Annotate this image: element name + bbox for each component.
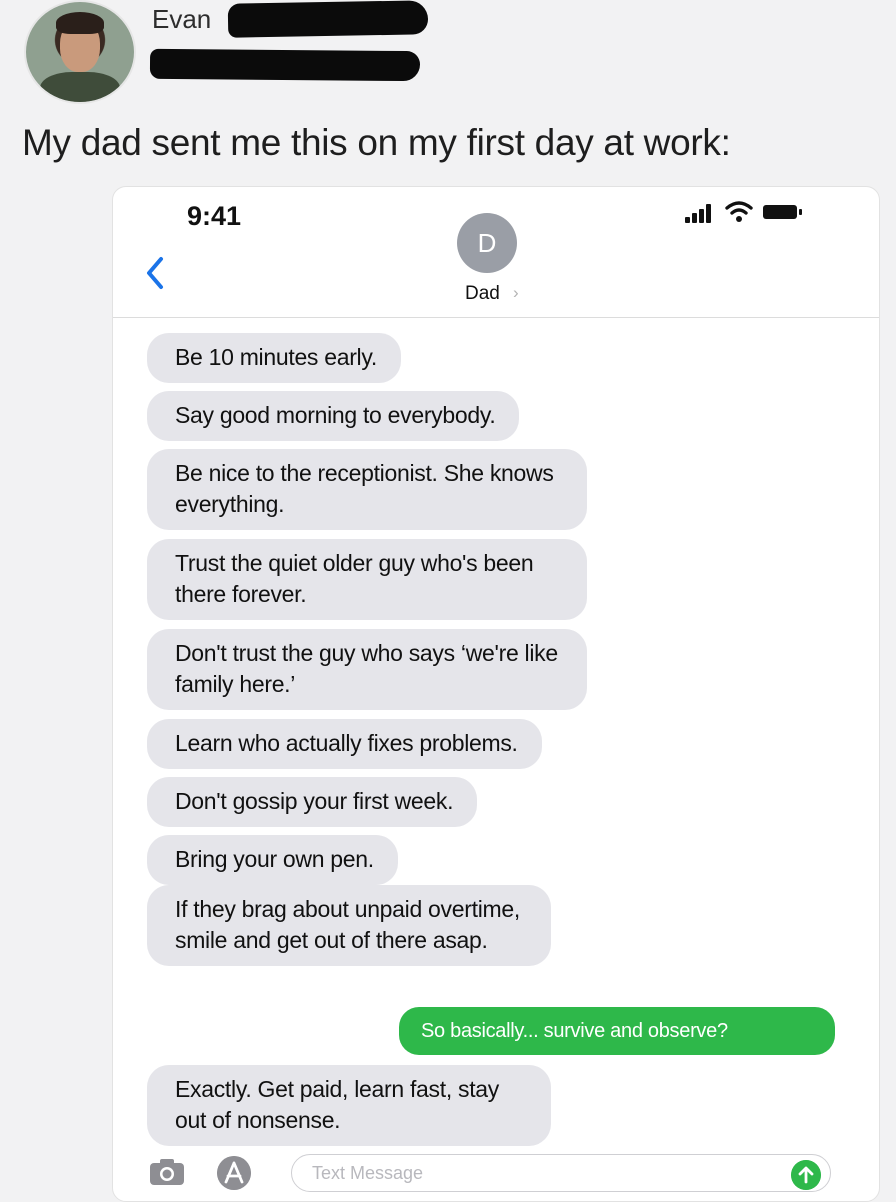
compose-bar: Text Message [113,1142,879,1201]
post-caption: My dad sent me this on my first day at w… [22,122,731,163]
author-name[interactable]: Evan [152,4,211,35]
send-arrow-icon[interactable] [791,1160,821,1190]
battery-icon [763,205,802,219]
message-bubble-incoming: Bring your own pen. [147,835,398,885]
camera-icon[interactable] [149,1158,185,1186]
message-bubble-incoming: Be 10 minutes early. [147,333,401,383]
message-bubble-incoming: Learn who actually fixes problems. [147,719,542,769]
message-bubble-outgoing: So basically... survive and observe? [399,1007,835,1055]
imessage-screenshot: 9:41 D Dad › Be 10 minutes early. Say go… [112,186,880,1202]
chevron-right-icon[interactable]: › [513,283,519,303]
header-divider [113,317,879,318]
message-bubble-incoming: Say good morning to everybody. [147,391,520,441]
message-bubble-incoming: Don't trust the guy who says ‘we're like… [147,629,587,710]
message-bubble-incoming: Don't gossip your first week. [147,777,478,827]
message-bubble-incoming: If they brag about unpaid overtime, smil… [147,885,551,966]
back-chevron-icon[interactable] [141,253,171,293]
message-bubble-incoming: Be nice to the receptionist. She knows e… [147,449,587,530]
message-bubble-incoming: Exactly. Get paid, learn fast, stay out … [147,1065,551,1146]
wifi-icon [725,201,753,222]
author-avatar[interactable] [24,0,136,104]
message-input[interactable]: Text Message [291,1154,831,1192]
contact-avatar[interactable]: D [457,213,517,273]
signal-icon [685,203,715,223]
contact-name[interactable]: Dad [465,283,500,305]
redaction-bar [227,0,429,38]
status-time: 9:41 [187,201,242,231]
app-store-icon[interactable] [217,1156,251,1190]
redaction-bar [149,48,421,82]
post-header: Evan [0,0,896,110]
message-bubble-incoming: Trust the quiet older guy who's been the… [147,539,587,620]
